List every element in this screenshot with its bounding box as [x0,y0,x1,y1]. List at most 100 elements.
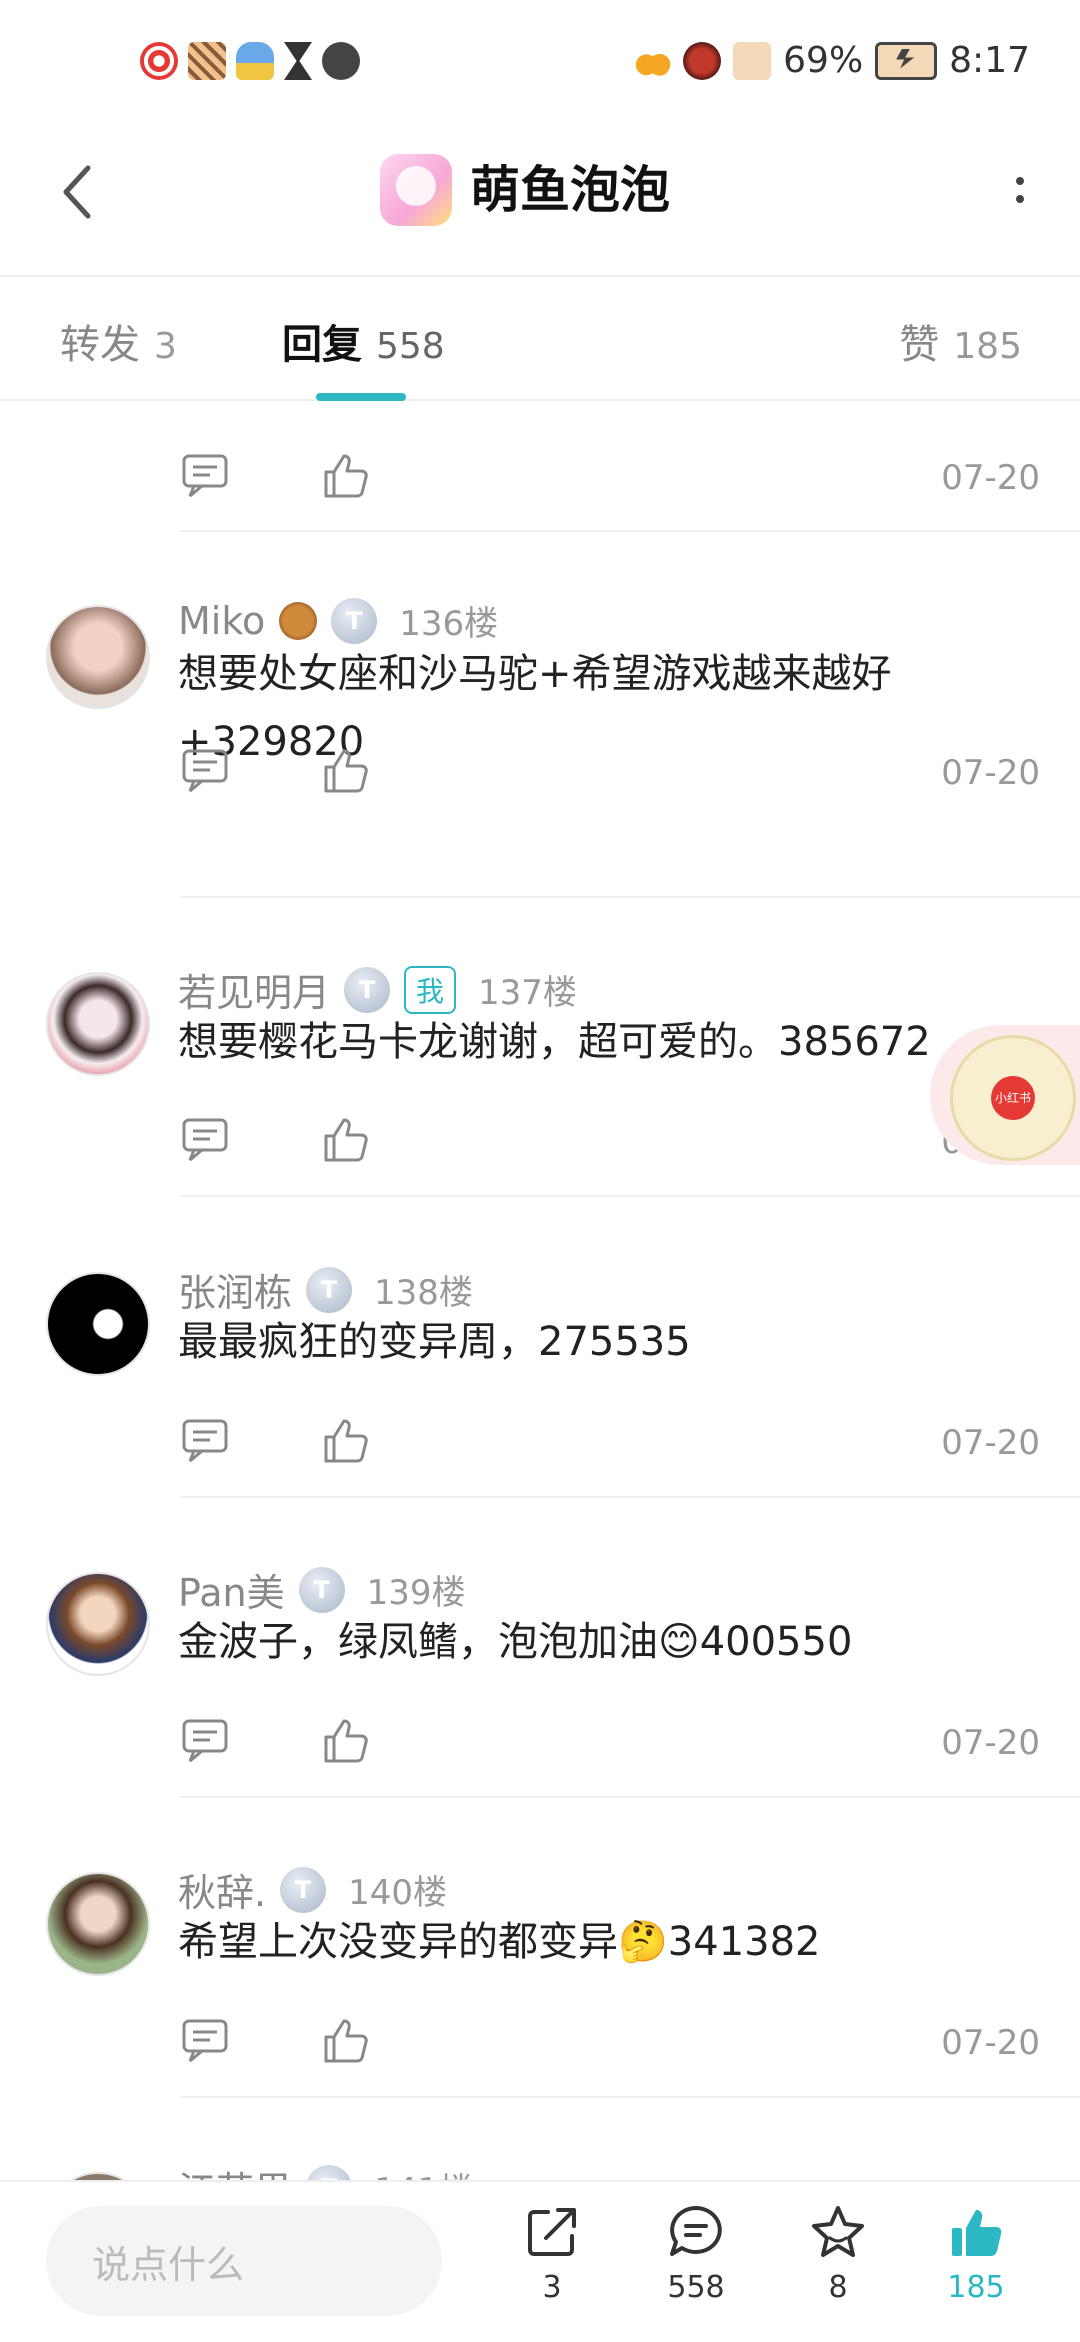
floating-xiaohongshu-button[interactable]: 小红书 [930,1025,1080,1165]
level-medal-icon: T [344,966,391,1013]
username[interactable]: 江苏果 [178,2160,292,2180]
top-app-bar: 萌鱼泡泡 [0,130,1080,277]
like-count: 185 [947,2270,1005,2305]
input-placeholder: 说点什么 [92,2242,245,2287]
star-icon [812,2206,864,2257]
reply-icon[interactable] [180,745,230,795]
avatar[interactable] [46,1872,150,1976]
chevron-left-icon [63,165,91,219]
battery-percent: 69% [783,40,864,81]
favorite-button[interactable]: 8 [788,2202,888,2332]
comment-date: 07-20 [941,1723,1040,1763]
hourglass-icon [284,42,312,80]
thumbs-up-icon[interactable] [320,1114,370,1164]
share-button[interactable]: 3 [502,2202,602,2332]
reply-icon[interactable] [180,1715,230,1765]
dot [1016,195,1024,203]
reply-icon[interactable] [180,1114,230,1164]
avatar[interactable] [46,2172,150,2180]
thumbs-up-icon[interactable] [320,450,370,500]
ball-icon [322,42,360,80]
tab-label: 赞 [899,322,940,368]
more-options-button[interactable] [1000,160,1040,220]
floating-bubble-inner: 小红书 [950,1035,1076,1161]
divider [180,1195,1080,1197]
share-count: 3 [542,2270,562,2305]
comment-text: 想要樱花马卡龙谢谢，超可爱的。385672 [178,1019,931,1065]
avatar[interactable] [46,1572,150,1676]
divider [180,896,1080,898]
tab-bar: 转发 3 回复 558 赞 185 [0,277,1080,401]
tab-label: 转发 [60,322,140,368]
comment-date: 07-20 [941,2023,1040,2063]
tab-reposts[interactable]: 转发 3 [60,312,177,370]
comment-input[interactable]: 说点什么 [46,2206,442,2316]
tab-count: 185 [953,326,1022,367]
comment-text: 希望上次没变异的都变异🤔341382 [178,1919,821,1965]
floor-number: 137楼 [478,973,577,1013]
app-avatar[interactable] [380,154,452,226]
comment-actions: 07-20 [180,450,1040,510]
lollipop-icon [140,42,178,80]
comment-date: 07-20 [941,753,1040,793]
status-right: 69% 8:17 [633,40,1030,81]
comment-list[interactable]: 07-20 Miko T 136楼 想要处女座和沙马驼+希望游戏越来越好+329… [0,400,1080,2180]
clock: 8:17 [949,40,1030,81]
comment-button[interactable]: 558 [646,2202,746,2332]
floor-number: 140楼 [348,1873,447,1913]
favorite-count: 8 [828,2270,848,2305]
comment-text: 最最疯狂的变异周，275535 [178,1319,691,1365]
tab-replies[interactable]: 回复 558 [282,312,445,370]
back-button[interactable] [46,162,106,222]
cherry-icon [633,41,672,80]
like-button[interactable]: 185 [926,2202,1026,2332]
share-icon [528,2208,576,2256]
thumbs-up-icon[interactable] [320,1415,370,1465]
tab-likes[interactable]: 赞 185 [899,312,1022,370]
tab-count: 558 [376,326,445,367]
comment-date: 07-20 [941,458,1040,498]
divider [180,1796,1080,1798]
xiaohongshu-icon: 小红书 [991,1076,1035,1120]
status-bar: 69% 8:17 [0,0,1080,130]
reply-icon[interactable] [180,450,230,500]
divider [180,2096,1080,2098]
floor-number: 139楼 [366,1573,466,1613]
cupcake-icon [236,42,274,80]
reply-icon[interactable] [180,1415,230,1465]
bottom-action-bar: 说点什么 3 558 8 185 [0,2180,1080,2342]
tomato-icon [683,41,722,80]
avatar[interactable] [46,1272,150,1376]
thumbs-up-filled-icon [952,2210,1002,2256]
level-medal-icon: T [280,1866,327,1913]
comment-meta: 江苏果 T 141楼 [178,2160,473,2180]
level-medal-icon: T [298,1566,345,1613]
reply-icon[interactable] [180,2015,230,2065]
tab-label: 回复 [282,322,362,368]
comment-actions: 07-20 [180,1415,1040,1475]
cookie-icon [733,41,772,80]
comment-actions: 07-20 [180,745,1040,805]
thumbs-up-icon[interactable] [320,1715,370,1765]
comment-date: 07-20 [941,1423,1040,1463]
avatar[interactable] [46,972,150,1076]
battery-icon [875,41,938,80]
level-medal-icon: T [331,597,378,644]
me-badge: 我 [404,965,457,1014]
username[interactable]: Miko [178,599,265,643]
comment-actions: 07-20 [180,1715,1040,1775]
thumbs-up-icon[interactable] [320,2015,370,2065]
comment-text: 金波子，绿凤鳍，泡泡加油😊400550 [178,1619,853,1665]
comment-icon [670,2206,722,2256]
floor-number: 141楼 [374,2163,473,2180]
page-title[interactable]: 萌鱼泡泡 [470,150,670,222]
level-medal-icon: T [306,2164,353,2180]
thumbs-up-icon[interactable] [320,745,370,795]
divider [180,1496,1080,1498]
comment-actions: 07-20 [180,1114,1040,1174]
bear-icon [279,601,318,640]
comment-count: 558 [667,2270,725,2305]
avatar[interactable] [46,605,150,709]
comment-meta: Miko T 136楼 [178,596,498,645]
level-medal-icon: T [306,1266,353,1313]
